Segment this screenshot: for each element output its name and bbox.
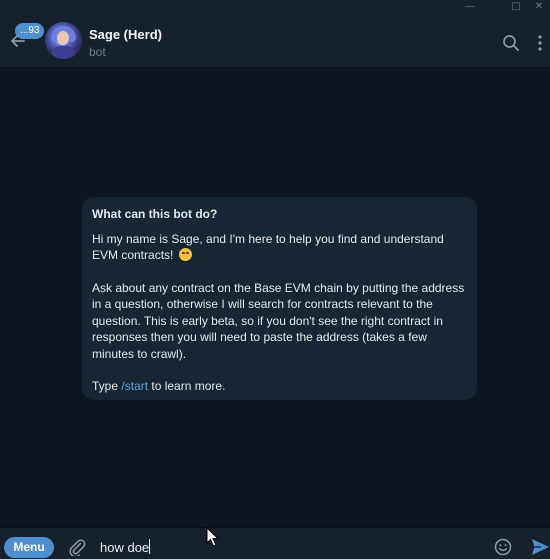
chat-header: ...93 Sage (Herd) bot (0, 14, 550, 68)
message-composer: Menu (0, 527, 550, 559)
text-caret (149, 539, 150, 554)
start-command-link[interactable]: /start (121, 379, 148, 393)
paperclip-icon[interactable] (68, 538, 86, 556)
menu-button[interactable]: Menu (4, 537, 54, 558)
info-card-title: What can this bot do? (92, 207, 218, 221)
send-icon[interactable] (530, 537, 550, 557)
info-paragraph-usage: Ask about any contract on the Base EVM c… (92, 280, 465, 361)
search-icon[interactable] (502, 34, 520, 52)
smiley-icon[interactable] (494, 538, 512, 556)
minimize-button[interactable]: — (459, 0, 481, 14)
avatar[interactable] (45, 22, 82, 59)
intro-text: Hi my name is Sage, and I'm here to help… (92, 231, 444, 263)
chat-subtitle: bot (89, 45, 106, 59)
chat-title[interactable]: Sage (Herd) (89, 27, 162, 42)
more-vertical-icon[interactable] (535, 34, 545, 52)
smiling-face-emoji-icon (178, 248, 192, 261)
info-paragraph-start: Type /start to learn more. (92, 378, 467, 395)
start-suffix-text: to learn more. (148, 379, 226, 393)
info-paragraph-intro: Hi my name is Sage, and I'm here to help… (92, 231, 467, 264)
maximize-button[interactable]: □ (505, 0, 527, 14)
message-input[interactable] (100, 537, 470, 557)
close-window-button[interactable]: ✕ (528, 0, 550, 14)
bot-info-card: What can this bot do? Hi my name is Sage… (82, 197, 477, 400)
unread-count-badge: ...93 (15, 23, 45, 39)
window-titlebar: — □ ✕ (0, 0, 550, 14)
mouse-cursor-icon (206, 527, 220, 547)
start-prefix-text: Type (92, 379, 122, 393)
